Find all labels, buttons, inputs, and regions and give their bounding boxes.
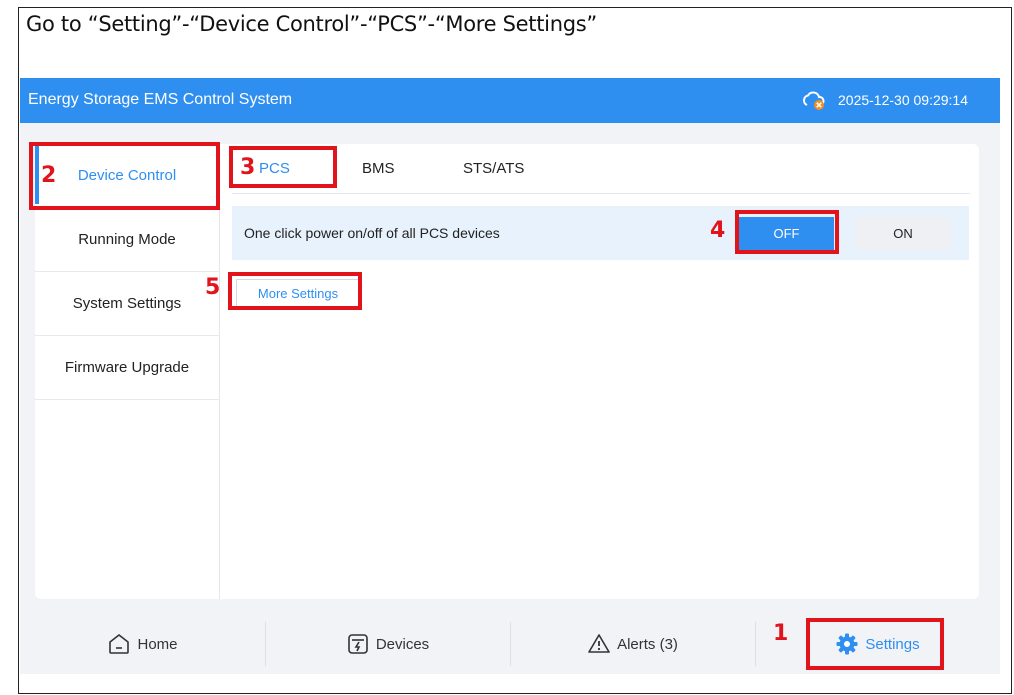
datetime: 2025-12-30 09:29:14 [838, 92, 968, 108]
instruction-text: Go to “Setting”-“Device Control”-“PCS”-“… [26, 12, 597, 36]
tab-sts-ats[interactable]: STS/ATS [463, 160, 524, 177]
highlight-device-control [29, 142, 220, 210]
callout-number-2: 2 [41, 163, 57, 188]
callout-number-1: 1 [773, 621, 789, 646]
highlight-more-settings [228, 272, 362, 310]
nav-alerts[interactable]: Alerts (3) [510, 614, 755, 674]
home-icon [109, 633, 130, 654]
nav-label: Devices [375, 635, 430, 653]
sidebar-item-label: Running Mode [78, 231, 176, 248]
sidebar-item-system-settings[interactable]: System Settings [35, 272, 219, 336]
nav-label: Alerts (3) [617, 635, 678, 653]
callout-number-4: 4 [710, 218, 726, 243]
sidebar-item-firmware-upgrade[interactable]: Firmware Upgrade [35, 336, 219, 400]
app-title: Energy Storage EMS Control System [28, 91, 293, 108]
on-button[interactable]: ON [855, 217, 951, 250]
sidebar-item-label: System Settings [72, 295, 182, 312]
power-control-label: One click power on/off of all PCS device… [244, 225, 500, 241]
sidebar: Device Control Running Mode System Setti… [35, 144, 220, 599]
highlight-off-button [735, 210, 839, 254]
nav-devices[interactable]: Devices [265, 614, 510, 674]
tab-bms[interactable]: BMS [362, 160, 395, 177]
callout-number-5: 5 [205, 275, 221, 300]
alert-icon [588, 634, 610, 653]
highlight-settings-nav [806, 618, 944, 670]
title-bar: Energy Storage EMS Control System 2025-1… [20, 78, 1000, 123]
tab-divider [232, 193, 970, 194]
sidebar-item-label: Firmware Upgrade [64, 359, 190, 376]
cloud-disconnected-icon [802, 91, 825, 110]
devices-icon [348, 634, 368, 654]
sidebar-item-running-mode[interactable]: Running Mode [35, 208, 219, 272]
nav-home[interactable]: Home [20, 614, 265, 674]
power-control-row: One click power on/off of all PCS device… [232, 206, 969, 260]
callout-number-3: 3 [240, 155, 256, 180]
nav-label: Home [137, 635, 178, 653]
